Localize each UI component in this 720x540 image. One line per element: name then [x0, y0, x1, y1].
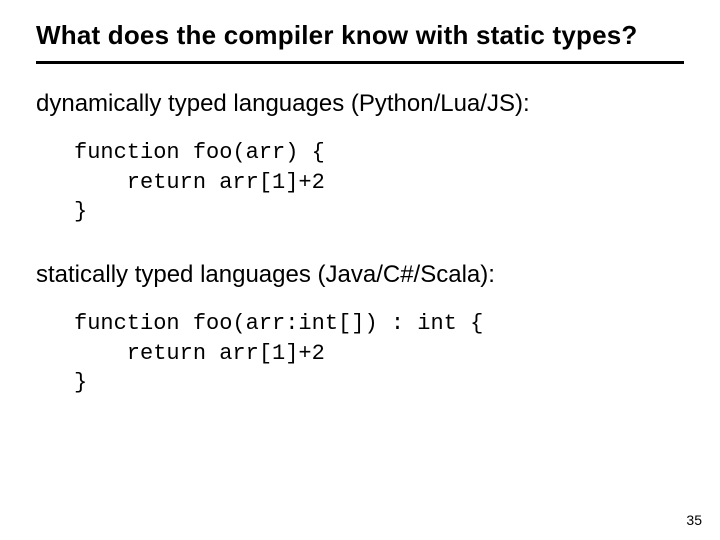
- page-number: 35: [686, 512, 702, 528]
- static-code-block: function foo(arr:int[]) : int { return a…: [74, 309, 684, 398]
- dynamic-section-label: dynamically typed languages (Python/Lua/…: [36, 90, 684, 118]
- slide: What does the compiler know with static …: [0, 0, 720, 540]
- slide-title: What does the compiler know with static …: [36, 20, 684, 64]
- static-section-label: statically typed languages (Java/C#/Scal…: [36, 261, 684, 289]
- dynamic-code-block: function foo(arr) { return arr[1]+2 }: [74, 138, 684, 227]
